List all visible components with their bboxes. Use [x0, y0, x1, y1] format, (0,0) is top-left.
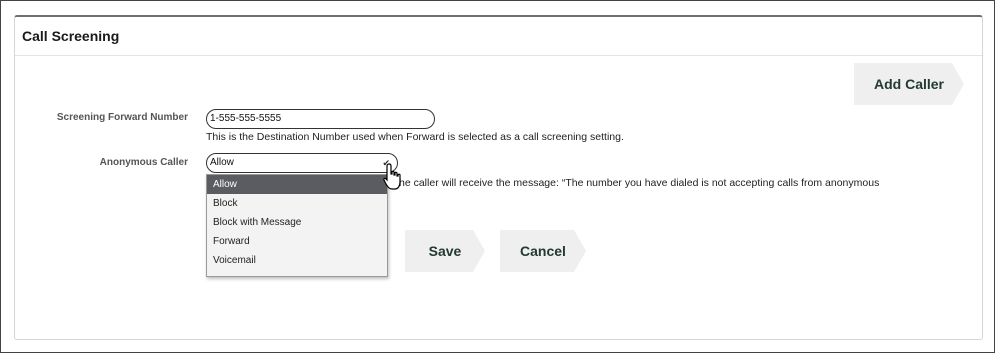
anonymous-caller-helper: he caller will receive the message: “The…: [399, 177, 880, 189]
dropdown-option-forward[interactable]: Forward: [207, 232, 387, 251]
anonymous-caller-label: Anonymous Caller: [99, 157, 188, 168]
panel-header: Call Screening: [15, 17, 982, 56]
add-caller-button[interactable]: Add Caller: [854, 63, 964, 105]
cancel-button[interactable]: Cancel: [500, 230, 586, 272]
dropdown-option-allow[interactable]: Allow: [207, 175, 387, 194]
panel-title: Call Screening: [22, 28, 120, 44]
pointer-cursor-icon: [383, 163, 401, 190]
call-screening-panel: Call Screening Add Caller Screening Forw…: [14, 15, 983, 340]
screening-forward-input[interactable]: [206, 109, 435, 129]
screening-forward-helper: This is the Destination Number used when…: [206, 131, 624, 143]
dropdown-option-block-with-message[interactable]: Block with Message: [207, 213, 387, 232]
window-frame: Call Screening Add Caller Screening Forw…: [0, 0, 995, 353]
save-button[interactable]: Save: [405, 230, 485, 272]
dropdown-option-block[interactable]: Block: [207, 194, 387, 213]
dropdown-option-voicemail[interactable]: Voicemail: [207, 251, 387, 270]
anonymous-caller-select[interactable]: Allow ✔: [206, 153, 398, 173]
screening-forward-label: Screening Forward Number: [56, 112, 188, 123]
anonymous-caller-dropdown: Allow Block Block with Message Forward V…: [206, 174, 388, 277]
anonymous-caller-selected-value: Allow: [210, 157, 234, 168]
